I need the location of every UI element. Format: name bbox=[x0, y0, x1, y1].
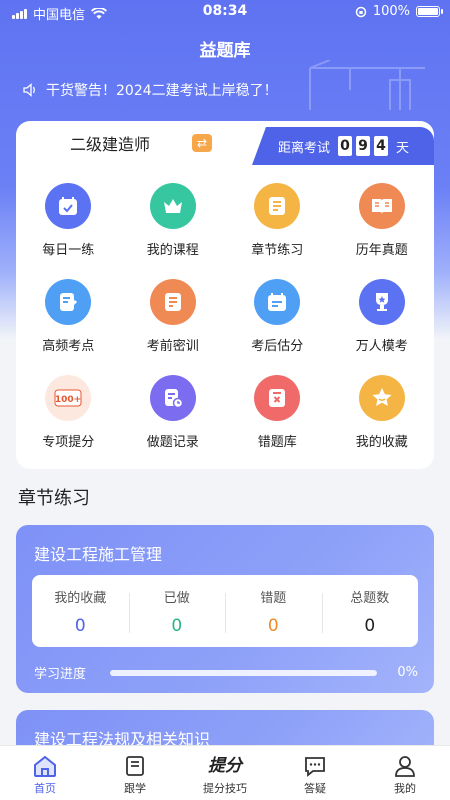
exam-countdown: 距离考试 0 9 4 天 bbox=[252, 127, 434, 165]
exam-card: 二级建造师 ⇄ 距离考试 0 9 4 天 每日一练 我的课程 章节练习 历年真题… bbox=[16, 121, 434, 469]
countdown-unit: 天 bbox=[396, 140, 410, 156]
stat-label: 错题 bbox=[260, 590, 287, 606]
grid-item-past-exams[interactable]: 历年真题 bbox=[330, 183, 435, 263]
grid-item-mock-exam[interactable]: 万人模考 bbox=[330, 279, 435, 359]
grid-item-label: 高频考点 bbox=[42, 339, 95, 354]
calendar-check-icon bbox=[45, 183, 92, 229]
home-icon bbox=[34, 755, 56, 777]
grid-item-label: 万人模考 bbox=[355, 339, 408, 354]
list-icon bbox=[254, 183, 301, 229]
stat-value: 0 bbox=[364, 615, 376, 636]
star-icon bbox=[358, 375, 405, 421]
battery-percent: 100% bbox=[372, 4, 410, 19]
grid-item-label: 错题库 bbox=[257, 435, 297, 450]
note-pen-icon bbox=[45, 279, 92, 325]
status-bar: 中国电信 08:34 100% bbox=[0, 0, 450, 24]
notice-text: 干货警告！2024二建考试上岸稳了！ bbox=[46, 83, 278, 99]
stat-favorites[interactable]: 我的收藏 0 bbox=[32, 587, 129, 636]
countdown-label: 距离考试 bbox=[278, 140, 331, 156]
subject-stats: 我的收藏 0 已做 0 错题 0 总题数 0 bbox=[32, 575, 418, 647]
tab-label: 答疑 bbox=[304, 782, 326, 795]
grid-item-label: 历年真题 bbox=[355, 243, 408, 258]
grid-item-label: 考后估分 bbox=[251, 339, 304, 354]
svg-text:100+: 100+ bbox=[55, 395, 81, 405]
score-100-icon: 100+ bbox=[45, 375, 92, 421]
grid-item-pre-exam-training[interactable]: 考前密训 bbox=[121, 279, 226, 359]
stat-label: 已做 bbox=[163, 590, 190, 606]
record-clock-icon bbox=[149, 375, 196, 421]
progress-label: 学习进度 bbox=[34, 667, 87, 682]
grid-item-favorites[interactable]: 我的收藏 bbox=[330, 375, 435, 455]
tab-qa[interactable]: 答疑 bbox=[270, 746, 360, 800]
progress-percent: 0% bbox=[397, 665, 418, 680]
grid-item-label: 我的收藏 bbox=[355, 435, 408, 450]
chat-icon bbox=[305, 757, 325, 777]
tab-label: 首页 bbox=[34, 782, 56, 795]
trophy-icon bbox=[358, 279, 405, 325]
tab-tips[interactable]: 提分 提分技巧 bbox=[180, 746, 270, 800]
grid-item-label: 每日一练 bbox=[42, 243, 95, 258]
stat-value: 0 bbox=[171, 615, 183, 636]
stat-wrong[interactable]: 错题 0 bbox=[225, 587, 322, 636]
countdown-digit: 0 bbox=[338, 136, 353, 156]
stat-value: 0 bbox=[74, 615, 86, 636]
grid-item-label: 考前密训 bbox=[146, 339, 199, 354]
grid-item-wrong-questions[interactable]: 错题库 bbox=[225, 375, 330, 455]
user-icon bbox=[395, 756, 415, 777]
speaker-icon bbox=[23, 83, 35, 97]
grid-item-practice-record[interactable]: 做题记录 bbox=[121, 375, 226, 455]
grid-item-label: 做题记录 bbox=[146, 435, 199, 450]
grid-item-chapter-practice[interactable]: 章节练习 bbox=[225, 183, 330, 263]
section-title: 章节练习 bbox=[18, 488, 90, 509]
tab-label: 跟学 bbox=[124, 782, 146, 795]
tifen-logo-icon: 提分 bbox=[208, 756, 242, 776]
tab-follow[interactable]: 跟学 bbox=[90, 746, 180, 800]
grid-item-label: 专项提分 bbox=[42, 435, 95, 450]
stat-label: 总题数 bbox=[350, 590, 390, 606]
tab-label: 提分技巧 bbox=[203, 782, 247, 795]
stat-label: 我的收藏 bbox=[54, 590, 107, 606]
grid-item-score-estimate[interactable]: 考后估分 bbox=[225, 279, 330, 359]
countdown-digit: 9 bbox=[356, 136, 371, 156]
stat-total[interactable]: 总题数 0 bbox=[321, 587, 419, 636]
page-title: 益题库 bbox=[199, 41, 251, 61]
grid-item-special-boost[interactable]: 100+ 专项提分 bbox=[16, 375, 121, 455]
exam-selector[interactable]: 二级建造师 ⇄ bbox=[16, 121, 256, 165]
book-open-icon bbox=[358, 183, 405, 229]
wrong-doc-icon bbox=[254, 375, 301, 421]
swap-icon[interactable]: ⇄ bbox=[192, 134, 212, 152]
rotation-lock-icon bbox=[355, 6, 367, 17]
exam-name: 二级建造师 bbox=[70, 135, 151, 154]
stat-value: 0 bbox=[267, 615, 279, 636]
grid-item-label: 章节练习 bbox=[251, 243, 304, 258]
grid-item-daily-practice[interactable]: 每日一练 bbox=[16, 183, 121, 263]
tab-mine[interactable]: 我的 bbox=[360, 746, 450, 800]
grid-item-label: 我的课程 bbox=[146, 243, 199, 258]
calendar-score-icon bbox=[254, 279, 301, 325]
study-progress: 学习进度 0% bbox=[34, 663, 418, 682]
progress-bar bbox=[110, 669, 378, 676]
tab-label: 我的 bbox=[394, 782, 416, 795]
book-icon bbox=[126, 756, 144, 776]
subject-name: 建设工程施工管理 bbox=[34, 545, 163, 564]
countdown-digit: 4 bbox=[374, 136, 389, 156]
grid-item-my-courses[interactable]: 我的课程 bbox=[121, 183, 226, 263]
subject-card[interactable]: 建设工程施工管理 我的收藏 0 已做 0 错题 0 总题数 0 学习进度 0% bbox=[16, 525, 434, 693]
feature-grid: 每日一练 我的课程 章节练习 历年真题 高频考点 考前密训 考后估分 万人模考 bbox=[16, 183, 434, 455]
document-icon bbox=[149, 279, 196, 325]
stat-done[interactable]: 已做 0 bbox=[128, 587, 226, 636]
notice-bar[interactable]: 干货警告！2024二建考试上岸稳了！ bbox=[22, 80, 278, 100]
tab-home[interactable]: 首页 bbox=[0, 746, 90, 800]
battery-icon bbox=[416, 6, 443, 17]
crane-illustration bbox=[309, 60, 425, 110]
crown-icon bbox=[149, 183, 196, 229]
grid-item-hot-points[interactable]: 高频考点 bbox=[16, 279, 121, 359]
bottom-tab-bar: 首页 跟学 提分 提分技巧 答疑 我的 bbox=[0, 745, 450, 800]
